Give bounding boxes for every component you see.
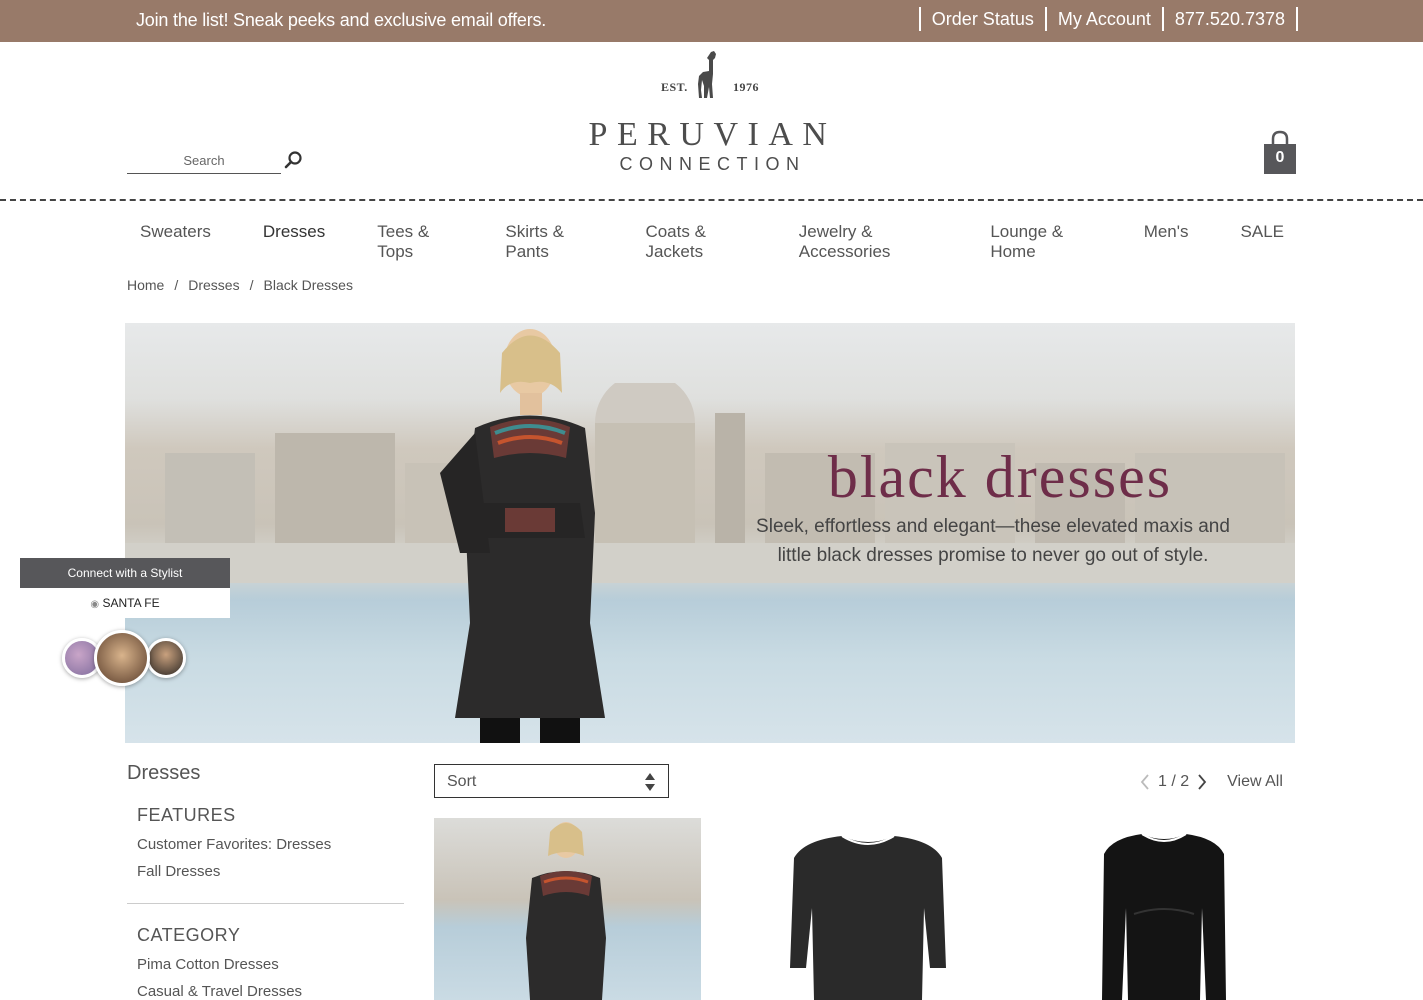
stylist-avatar[interactable]	[94, 630, 150, 686]
model-photo	[440, 329, 605, 743]
divider	[1044, 7, 1047, 31]
product-image	[790, 835, 946, 1000]
breadcrumb-separator: /	[249, 277, 254, 293]
logo-year: 1976	[733, 80, 759, 94]
nav-tees-tops[interactable]: Tees & Tops	[351, 222, 479, 262]
llama-icon	[698, 51, 716, 98]
site-logo[interactable]: EST. 1976 PERUVIAN CONNECTION	[575, 50, 850, 180]
nav-sweaters[interactable]: Sweaters	[114, 222, 237, 262]
cart-button[interactable]: 0	[1264, 130, 1296, 176]
nav-dresses[interactable]: Dresses	[237, 222, 351, 262]
sidebar-link-casual-travel[interactable]: Casual & Travel Dresses	[137, 983, 302, 1000]
nav-coats-jackets[interactable]: Coats & Jackets	[619, 222, 772, 262]
product-image	[434, 818, 701, 1000]
connect-stylist-button[interactable]: Connect with a Stylist	[20, 558, 230, 588]
sort-select[interactable]: Sort	[434, 764, 669, 798]
email-signup-link[interactable]: Join the list! Sneak peeks and exclusive…	[136, 10, 546, 31]
divider	[1296, 7, 1298, 31]
sidebar-title: Dresses	[127, 762, 201, 784]
promo-bar: Join the list! Sneak peeks and exclusive…	[0, 0, 1423, 42]
order-status-link[interactable]: Order Status	[932, 9, 1034, 30]
nav-jewelry-accessories[interactable]: Jewelry & Accessories	[773, 222, 965, 262]
sidebar-link-pima-cotton[interactable]: Pima Cotton Dresses	[137, 956, 279, 973]
hero-description-line: Sleek, effortless and elegant—these elev…	[756, 516, 1230, 537]
map-pin-icon: ◉	[90, 599, 100, 610]
nav-lounge-home[interactable]: Lounge & Home	[964, 222, 1117, 262]
category-heading: CATEGORY	[137, 925, 241, 945]
cart-count: 0	[1275, 149, 1285, 166]
search-icon[interactable]	[284, 150, 304, 170]
chevron-left-icon[interactable]	[1138, 773, 1152, 791]
chevron-right-icon[interactable]	[1195, 773, 1209, 791]
stylist-avatar[interactable]	[146, 638, 186, 678]
nav-mens[interactable]: Men's	[1118, 222, 1215, 262]
hero-title: black dresses	[827, 444, 1173, 510]
select-arrows-icon	[645, 773, 655, 791]
hero-description: Sleek, effortless and elegant—these elev…	[743, 512, 1243, 570]
sidebar-divider	[127, 903, 404, 904]
breadcrumb: Home / Dresses / Black Dresses	[127, 277, 353, 293]
page-indicator: 1 / 2	[1158, 773, 1190, 790]
product-card[interactable]	[734, 818, 1001, 1000]
logo-submark: CONNECTION	[619, 154, 806, 174]
view-all-link[interactable]: View All	[1227, 773, 1283, 791]
phone-number-link[interactable]: 877.520.7378	[1175, 9, 1285, 30]
header-divider	[0, 199, 1423, 201]
product-image	[1102, 833, 1226, 1000]
location-label: SANTA FE	[102, 596, 160, 610]
divider	[1161, 7, 1164, 31]
nav-sale[interactable]: SALE	[1215, 222, 1310, 262]
pagination: 1 / 2 View All	[1138, 773, 1283, 791]
hero-banner: black dresses Sleek, effortless and eleg…	[125, 323, 1295, 743]
utility-links: Order Status My Account 877.520.7378	[908, 7, 1309, 31]
sidebar-link-fall-dresses[interactable]: Fall Dresses	[137, 863, 220, 880]
product-card[interactable]	[1034, 818, 1301, 1000]
product-card[interactable]	[434, 818, 701, 1000]
breadcrumb-separator: /	[174, 277, 179, 293]
hero-description-line: little black dresses promise to never go…	[777, 545, 1209, 566]
main-nav: Sweaters Dresses Tees & Tops Skirts & Pa…	[114, 222, 1310, 262]
logo-wordmark: PERUVIAN	[588, 116, 837, 153]
logo-est: EST.	[661, 80, 688, 94]
breadcrumb-home[interactable]: Home	[127, 277, 164, 293]
breadcrumb-current: Black Dresses	[263, 277, 353, 293]
search-input[interactable]	[127, 148, 281, 172]
stylist-location[interactable]: ◉ SANTA FE	[20, 588, 230, 618]
stylist-widget: Connect with a Stylist ◉ SANTA FE	[20, 558, 230, 618]
stylist-avatars	[62, 630, 186, 688]
breadcrumb-dresses[interactable]: Dresses	[188, 277, 239, 293]
divider	[918, 7, 921, 31]
sidebar-link-customer-favorites[interactable]: Customer Favorites: Dresses	[137, 836, 331, 853]
features-heading: FEATURES	[137, 805, 236, 825]
sort-label: Sort	[447, 773, 477, 790]
my-account-link[interactable]: My Account	[1058, 9, 1151, 30]
nav-skirts-pants[interactable]: Skirts & Pants	[479, 222, 619, 262]
search-box	[127, 148, 281, 174]
